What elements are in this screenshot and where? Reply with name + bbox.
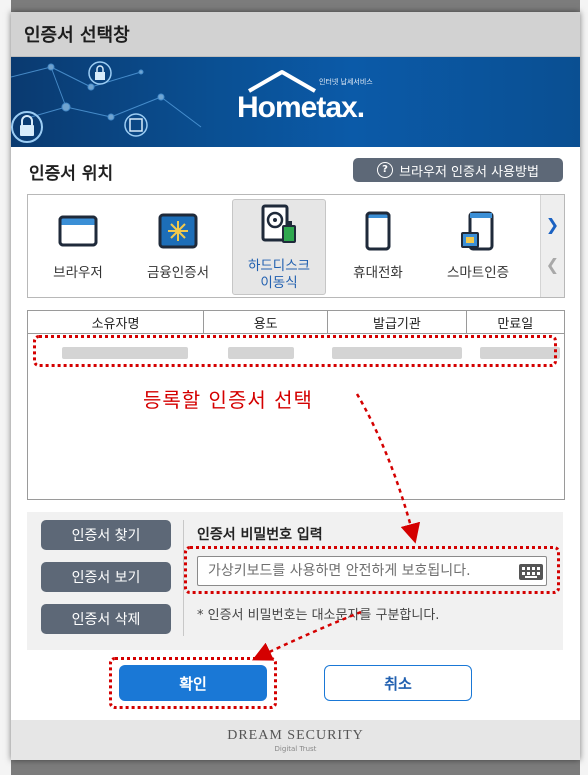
harddisk-label-line1: 하드디스크 [247, 258, 311, 274]
help-button-label: 브라우저 인증서 사용방법 [399, 164, 539, 180]
browser-icon [58, 215, 98, 247]
harddisk-label-line2: 이동식 [260, 275, 298, 291]
cert-actions-panel: 인증서 찾기 인증서 보기 인증서 삭제 인증서 비밀번호 입력 * 인증서 비… [27, 512, 563, 650]
selected-row-highlight [33, 335, 557, 367]
cert-location-selector: 브라우저 금융인증서 하드디스크 이동식 휴대전화 스마트인증 ❯ ❮ [27, 194, 565, 298]
location-title: 인증서 위치 [29, 164, 114, 184]
smart-cert-icon [461, 211, 494, 251]
col-owner[interactable]: 소유자명 [28, 311, 205, 333]
dialog-footer: DREAM SECURITY Digital Trust [11, 720, 580, 760]
password-input[interactable] [197, 556, 547, 586]
cancel-button[interactable]: 취소 [324, 665, 472, 701]
location-scroll: ❯ ❮ [540, 195, 564, 297]
location-harddisk[interactable]: 하드디스크 이동식 [232, 199, 326, 295]
virtual-keyboard-icon[interactable] [519, 564, 543, 580]
select-cert-annotation: 등록할 인증서 선택 [143, 388, 313, 412]
location-harddisk-label: 하드디스크 이동식 [233, 258, 325, 292]
location-mobile-phone[interactable]: 휴대전화 [332, 199, 424, 293]
mobile-phone-icon [365, 211, 391, 251]
location-financial-cert[interactable]: 금융인증서 [132, 199, 224, 293]
location-smart-cert-label: 스마트인증 [446, 265, 510, 281]
view-cert-button[interactable]: 인증서 보기 [41, 562, 171, 592]
location-mobile-phone-label: 휴대전화 [353, 265, 403, 281]
chevron-left-icon[interactable]: ❮ [541, 255, 564, 274]
question-icon: ? [377, 162, 394, 178]
password-label: 인증서 비밀번호 입력 [197, 527, 323, 543]
find-cert-button[interactable]: 인증서 찾기 [41, 520, 171, 550]
col-issuer[interactable]: 발급기관 [328, 311, 467, 333]
browser-cert-help-button[interactable]: ? 브라우저 인증서 사용방법 [353, 158, 563, 182]
dream-security-tagline: Digital Trust [274, 745, 317, 753]
chevron-right-icon[interactable]: ❯ [541, 215, 564, 234]
table-header: 소유자명 용도 발급기관 만료일 [28, 311, 564, 334]
background-page-left [0, 0, 11, 775]
location-header: 인증서 위치 ? 브라우저 인증서 사용방법 [11, 156, 580, 186]
financial-cert-icon [158, 213, 198, 249]
col-expiry[interactable]: 만료일 [467, 311, 564, 333]
location-smart-cert[interactable]: 스마트인증 [432, 199, 524, 293]
location-browser[interactable]: 브라우저 [32, 199, 124, 293]
password-note: * 인증서 비밀번호는 대소문자를 구분합니다. [197, 608, 440, 623]
background-page-right [580, 0, 588, 775]
dream-security-logo: DREAM SECURITY [227, 728, 364, 743]
harddisk-usb-icon [261, 204, 296, 243]
location-browser-label: 브라우저 [53, 265, 103, 281]
ok-button[interactable]: 확인 [119, 665, 267, 701]
col-usage[interactable]: 용도 [204, 311, 329, 333]
location-financial-cert-label: 금융인증서 [146, 265, 210, 281]
delete-cert-button[interactable]: 인증서 삭제 [41, 604, 171, 634]
